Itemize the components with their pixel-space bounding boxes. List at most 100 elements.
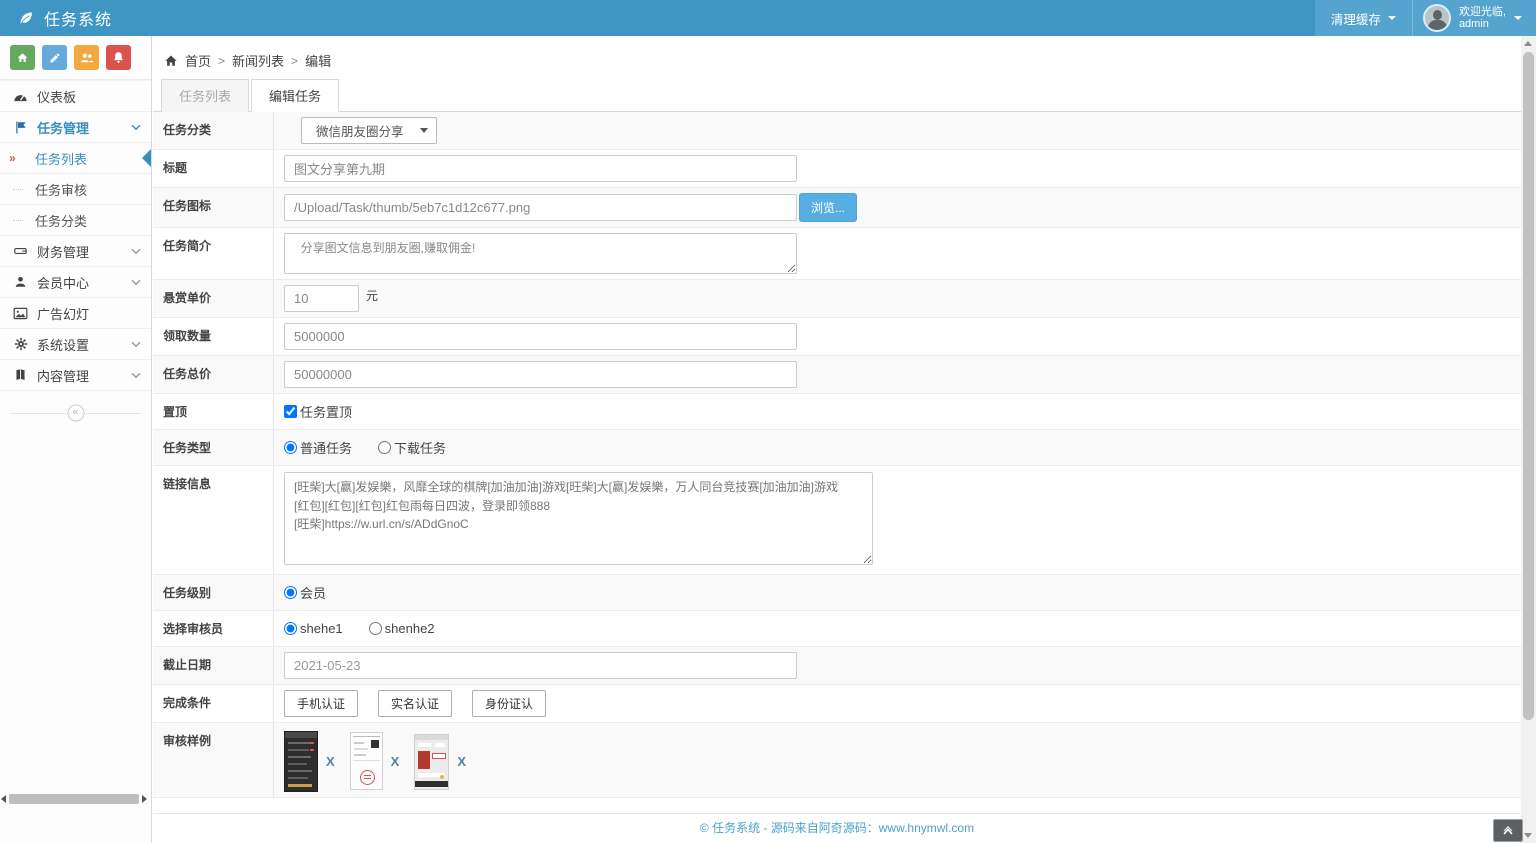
type-download-radio-label[interactable]: 下载任务 [378,438,446,457]
breadcrumb-home[interactable]: 首页 [185,51,211,70]
category-select[interactable]: 微信朋友圈分享 [301,117,437,144]
auditor-shenhe2-radio[interactable] [369,622,382,635]
auditor-shehe1-radio-label[interactable]: shehe1 [284,621,343,636]
breadcrumb-separator: > [291,54,298,68]
sidebar-item-task-category[interactable]: 任务分类 [0,205,151,236]
edit-shortcut-button[interactable] [42,45,67,70]
chevron-down-icon [131,124,141,131]
sidebar-item-label: 任务分类 [35,211,87,230]
main-content: 首页 > 新闻列表 > 编辑 任务列表 编辑任务 任务分类 微信朋友圈分享 标题 [153,36,1521,843]
tab-edit-task[interactable]: 编辑任务 [251,79,339,112]
scrollbar-thumb[interactable] [9,794,139,804]
field-label: 悬赏单价 [153,280,274,317]
pin-checkbox[interactable] [284,405,297,418]
thumbnail-art [371,740,379,748]
level-member-radio-label[interactable]: 会员 [284,583,326,602]
user-menu[interactable]: 欢迎光临, admin [1413,0,1536,36]
radio-text: shehe1 [300,621,343,636]
clear-cache-button[interactable]: 清理缓存 [1315,0,1412,36]
price-unit: 元 [366,287,378,304]
caret-down-icon [1514,16,1522,20]
field-label: 标题 [153,150,274,187]
sidebar-item-ad-slides[interactable]: 广告幻灯 [0,298,151,329]
tab-task-list[interactable]: 任务列表 [161,79,249,112]
sidebar-item-dashboard[interactable]: 仪表板 [0,81,151,112]
sample-thumbnail-1[interactable] [284,731,318,792]
topbar: 任务系统 清理缓存 欢迎光临, admin [0,0,1536,36]
sidebar-item-task-list[interactable]: » 任务列表 [0,143,151,174]
form-row-category: 任务分类 微信朋友圈分享 [153,112,1521,150]
sidebar-item-label: 会员中心 [37,273,89,292]
sidebar-item-system-settings[interactable]: 系统设置 [0,329,151,360]
thumbnail-art [310,742,314,744]
remove-sample-button[interactable]: X [326,754,335,769]
sidebar-horizontal-scrollbar[interactable] [1,793,147,805]
auditor-shehe1-radio[interactable] [284,622,297,635]
price-input[interactable] [284,285,359,312]
scroll-down-icon[interactable] [1524,833,1532,838]
type-normal-radio-label[interactable]: 普通任务 [284,438,352,457]
sidebar-collapse-button[interactable]: « [67,405,84,422]
welcome-line: 欢迎光临, [1459,6,1506,18]
scrollbar-thumb[interactable] [1523,52,1534,720]
thumbnail-art [354,754,366,756]
thumbnail-art [353,760,380,761]
avatar-art [1433,10,1442,20]
auditor-shenhe2-radio-label[interactable]: shenhe2 [369,621,435,636]
home-shortcut-button[interactable] [10,45,35,70]
thumbnail-art [288,756,311,758]
breadcrumb-edit: 编辑 [305,51,331,70]
intro-textarea[interactable]: 分享图文信息到朋友圈,赚取佣金! [284,233,797,274]
deadline-input[interactable] [284,652,797,679]
type-download-radio[interactable] [378,441,391,454]
thumbnail-art [354,742,364,744]
sample-thumbnail-2[interactable] [350,732,383,790]
chevron-down-icon [131,372,141,379]
app-brand[interactable]: 任务系统 [0,6,112,30]
thumbnail-art [415,781,448,787]
total-price-input[interactable] [284,361,797,388]
sidebar-item-label: 任务管理 [37,118,89,137]
topbar-right: 清理缓存 欢迎光临, admin [1315,0,1536,36]
vertical-scrollbar[interactable] [1521,36,1536,843]
image-icon [12,307,29,320]
condition-realname-button[interactable]: 实名认证 [378,690,452,717]
pin-checkbox-label[interactable]: 任务置顶 [284,402,352,421]
scroll-left-icon[interactable] [1,795,6,803]
users-shortcut-button[interactable] [74,45,99,70]
caret-down-icon [1388,16,1396,20]
breadcrumb-news-list[interactable]: 新闻列表 [232,51,284,70]
level-member-radio[interactable] [284,586,297,599]
remove-sample-button[interactable]: X [391,754,400,769]
condition-phone-button[interactable]: 手机认证 [284,690,358,717]
browse-button[interactable]: 浏览... [799,193,857,222]
form-row-link: 链接信息 [旺柴]大[赢]发娱樂，风靡全球的棋牌[加油加油]游戏[旺柴]大[赢]… [153,466,1521,575]
welcome-text: 欢迎光临, admin [1459,6,1506,30]
field-label: 任务分类 [153,112,274,149]
back-to-top-button[interactable] [1493,819,1523,842]
sidebar-item-content-management[interactable]: 内容管理 [0,360,151,391]
field-label: 任务总价 [153,356,274,393]
quantity-input[interactable] [284,323,797,350]
icon-path-input[interactable] [284,194,797,221]
field-label: 截止日期 [153,647,274,684]
sidebar-item-task-management[interactable]: 任务管理 [0,112,151,143]
type-normal-radio[interactable] [284,441,297,454]
sidebar-item-finance[interactable]: 财务管理 [0,236,151,267]
title-input[interactable] [284,155,797,182]
scroll-right-icon[interactable] [142,795,147,803]
sidebar-item-task-review[interactable]: 任务审核 [0,174,151,205]
scroll-up-icon[interactable] [1524,41,1532,46]
sidebar-item-members[interactable]: 会员中心 [0,267,151,298]
users-icon [80,51,94,65]
sidebar-item-label: 系统设置 [37,335,89,354]
condition-identity-button[interactable]: 身份证认 [472,690,546,717]
remove-sample-button[interactable]: X [457,754,466,769]
thumbnail-art [353,736,380,737]
radio-text: 普通任务 [300,438,352,457]
pencil-icon [49,52,61,64]
link-info-textarea[interactable]: [旺柴]大[赢]发娱樂，风靡全球的棋牌[加油加油]游戏[旺柴]大[赢]发娱樂，万… [284,472,873,565]
notifications-shortcut-button[interactable] [106,45,131,70]
sample-thumbnail-3[interactable] [414,734,449,790]
footer-text: © 任务系统 - 源码来自阿奇源码：www.hnymwl.com [700,821,974,835]
